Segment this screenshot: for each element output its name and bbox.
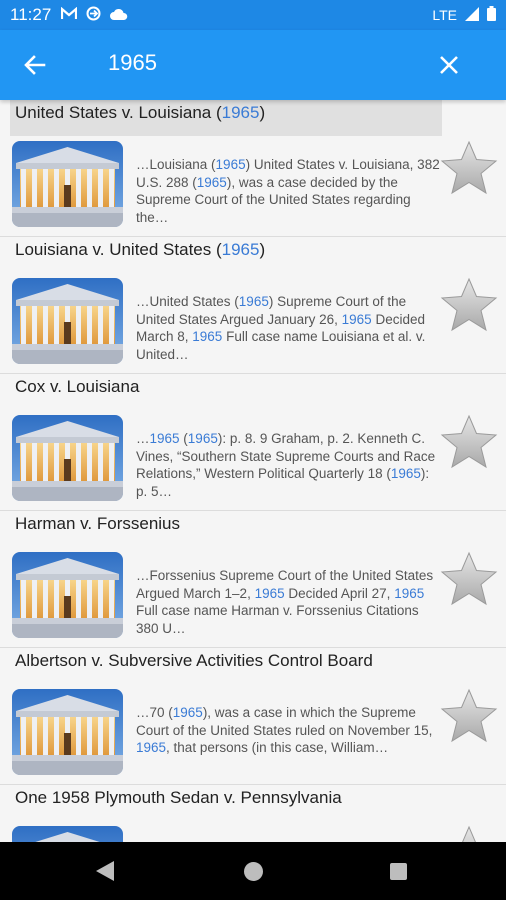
supreme-court-thumbnail[interactable] xyxy=(12,552,123,638)
result-snippet: …70 (1965), was a case in which the Supr… xyxy=(136,704,442,757)
snippet-year: 1965 xyxy=(136,740,167,755)
result-snippet: …Forssenius Supreme Court of the United … xyxy=(136,567,442,637)
supreme-court-thumbnail[interactable] xyxy=(12,689,123,775)
snippet-text: …70 ( xyxy=(136,705,173,720)
result-title-text: ) xyxy=(259,240,266,259)
result-title[interactable]: Cox v. Louisiana xyxy=(13,377,141,397)
result-item[interactable]: One 1958 Plymouth Sedan v. Pennsylvania xyxy=(0,785,506,842)
snippet-text: , that persons (in this case, William… xyxy=(166,740,389,755)
sync-icon xyxy=(86,6,101,24)
battery-icon xyxy=(487,6,496,24)
result-title-text: Albertson v. Subversive Activities Contr… xyxy=(15,651,373,670)
signal-icon xyxy=(465,6,479,24)
snippet-year: 1965 xyxy=(390,466,421,481)
result-item[interactable]: Harman v. Forssenius …Forssenius Supreme… xyxy=(0,511,506,648)
result-title-text: ) xyxy=(259,103,266,122)
results-list: United States v. Louisiana (1965) …Louis… xyxy=(0,100,506,842)
snippet-year: 1965 xyxy=(341,311,372,327)
search-input[interactable]: 1965 xyxy=(108,50,157,76)
snippet-text: … xyxy=(136,431,150,446)
star-icon[interactable] xyxy=(440,551,498,607)
snippet-year: 1965 xyxy=(394,585,425,601)
close-icon[interactable] xyxy=(436,52,462,78)
app-bar: 1965 xyxy=(0,30,506,100)
snippet-text: ( xyxy=(179,431,188,446)
supreme-court-thumbnail[interactable] xyxy=(12,278,123,364)
cloud-icon xyxy=(110,7,128,23)
result-snippet: …Louisiana (1965) United States v. Louis… xyxy=(136,156,442,226)
result-item[interactable]: United States v. Louisiana (1965) …Louis… xyxy=(0,100,506,237)
snippet-text: Full case name Harman v. Forssenius Cita… xyxy=(136,603,419,636)
result-item[interactable]: Louisiana v. United States (1965) …Unite… xyxy=(0,237,506,374)
status-right: LTE xyxy=(432,6,496,24)
result-title[interactable]: One 1958 Plymouth Sedan v. Pennsylvania xyxy=(13,788,344,808)
snippet-year: 1965 xyxy=(254,585,285,601)
result-snippet: …1965 (1965): p. 8. 9 Graham, p. 2. Kenn… xyxy=(136,430,442,500)
result-title-year: 1965 xyxy=(221,240,260,259)
supreme-court-thumbnail[interactable] xyxy=(12,141,123,227)
result-title-text: Cox v. Louisiana xyxy=(15,377,140,396)
nav-recents-icon[interactable] xyxy=(390,863,407,880)
result-snippet: …United States (1965) Supreme Court of t… xyxy=(136,293,442,363)
status-time: 11:27 xyxy=(10,5,52,24)
result-title-text: United States v. Louisiana ( xyxy=(15,103,222,122)
network-type: LTE xyxy=(432,7,457,23)
result-item[interactable]: Albertson v. Subversive Activities Contr… xyxy=(0,648,506,785)
nav-back-icon[interactable] xyxy=(96,861,114,886)
snippet-year: 1965 xyxy=(215,157,246,172)
snippet-text: Decided April 27, xyxy=(284,585,395,601)
snippet-year: 1965 xyxy=(149,431,180,446)
snippet-text: …United States ( xyxy=(136,294,239,309)
navigation-bar xyxy=(0,842,506,900)
result-title[interactable]: United States v. Louisiana (1965) xyxy=(13,103,267,123)
status-bar: 11:27 LTE xyxy=(0,0,506,30)
result-title[interactable]: Louisiana v. United States (1965) xyxy=(13,240,267,260)
snippet-year: 1965 xyxy=(196,174,227,190)
status-left: 11:27 xyxy=(10,5,128,25)
result-title[interactable]: Albertson v. Subversive Activities Contr… xyxy=(13,651,375,671)
result-title-text: Louisiana v. United States ( xyxy=(15,240,222,259)
result-title-text: One 1958 Plymouth Sedan v. Pennsylvania xyxy=(15,788,342,807)
result-item[interactable]: Cox v. Louisiana …1965 (1965): p. 8. 9 G… xyxy=(0,374,506,511)
star-icon[interactable] xyxy=(440,825,498,842)
star-icon[interactable] xyxy=(440,277,498,333)
snippet-year: 1965 xyxy=(172,705,203,720)
star-icon[interactable] xyxy=(440,140,498,196)
snippet-year: 1965 xyxy=(238,294,269,309)
supreme-court-thumbnail[interactable] xyxy=(12,415,123,501)
result-title-year: 1965 xyxy=(221,103,260,122)
nav-home-icon[interactable] xyxy=(244,862,263,881)
snippet-text: …Louisiana ( xyxy=(136,157,216,172)
status-notification-icons xyxy=(61,6,128,24)
supreme-court-thumbnail[interactable] xyxy=(12,826,123,842)
result-title-text: Harman v. Forssenius xyxy=(15,514,181,533)
result-title[interactable]: Harman v. Forssenius xyxy=(13,514,182,534)
star-icon[interactable] xyxy=(440,414,498,470)
gmail-icon xyxy=(61,6,78,23)
arrow-back-icon[interactable] xyxy=(22,52,48,78)
star-icon[interactable] xyxy=(440,688,498,744)
snippet-year: 1965 xyxy=(187,431,218,446)
snippet-year: 1965 xyxy=(192,329,223,344)
